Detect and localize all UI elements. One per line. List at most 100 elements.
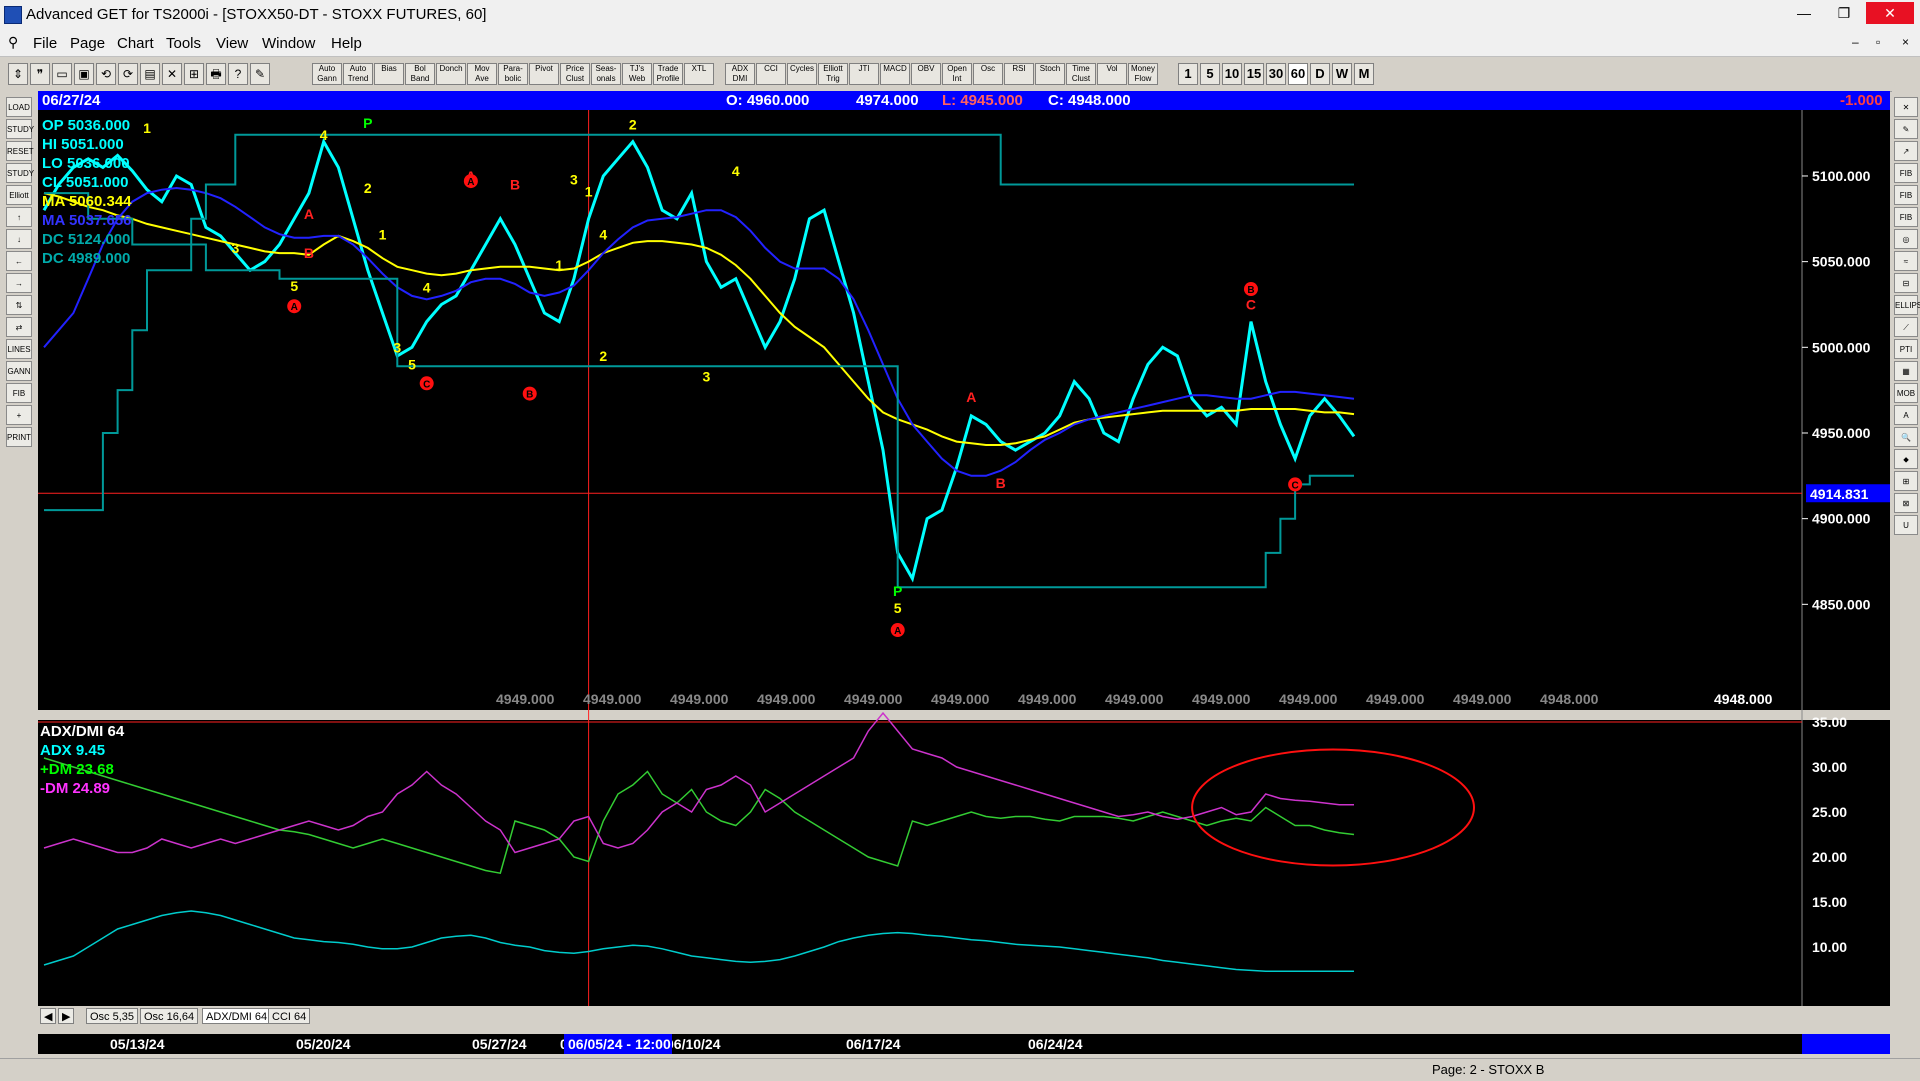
left-tool-7[interactable]: ← bbox=[6, 251, 32, 271]
study-button-time-clust[interactable]: Time Clust bbox=[1066, 63, 1096, 85]
study-button-price-clust[interactable]: Price Clust bbox=[560, 63, 590, 85]
study-button-money-flow[interactable]: Money Flow bbox=[1128, 63, 1158, 85]
study-button-auto-gann[interactable]: Auto Gann bbox=[312, 63, 342, 85]
left-tool-14[interactable]: + bbox=[6, 405, 32, 425]
right-tool-8[interactable]: ⊟ bbox=[1894, 273, 1918, 293]
maximize-button[interactable]: ❐ bbox=[1826, 2, 1862, 24]
right-tool-15[interactable]: 🔍 bbox=[1894, 427, 1918, 447]
mdi-restore-button[interactable]: ▫ bbox=[1876, 35, 1880, 49]
left-tool-1[interactable]: STUDY bbox=[6, 119, 34, 139]
right-tool-3[interactable]: FIB RET bbox=[1894, 163, 1918, 197]
toolbar-icon-11[interactable]: ✎ bbox=[250, 63, 270, 85]
right-tool-18[interactable]: ⊠ bbox=[1894, 493, 1918, 513]
study-button-stoch[interactable]: Stoch bbox=[1035, 63, 1065, 85]
interval-button-w[interactable]: W bbox=[1332, 63, 1352, 85]
right-tool-5[interactable]: FIB TIME bbox=[1894, 207, 1918, 241]
toolbar-icon-6[interactable]: ▤ bbox=[140, 63, 160, 85]
toolbar-icon-10[interactable]: ? bbox=[228, 63, 248, 85]
study-button-seas-onals[interactable]: Seas-onals bbox=[591, 63, 621, 85]
study-button-bol-band[interactable]: Bol Band bbox=[405, 63, 435, 85]
right-tool-11[interactable]: PTI bbox=[1894, 339, 1918, 359]
left-tool-5[interactable]: ↑ bbox=[6, 207, 32, 227]
right-tool-1[interactable]: ✎ bbox=[1894, 119, 1918, 139]
menu-tools[interactable]: Tools bbox=[166, 35, 201, 52]
left-tool-6[interactable]: ↓ bbox=[6, 229, 32, 249]
minimize-button[interactable]: — bbox=[1786, 2, 1822, 24]
interval-button-10[interactable]: 10 bbox=[1222, 63, 1242, 85]
study-button-bias[interactable]: Bias bbox=[374, 63, 404, 85]
interval-button-60[interactable]: 60 bbox=[1288, 63, 1308, 85]
study-button-tj-s-web[interactable]: TJ's Web bbox=[622, 63, 652, 85]
menu-window[interactable]: Window bbox=[262, 35, 315, 52]
study-button-elliott-trig[interactable]: Elliott Trig bbox=[818, 63, 848, 85]
right-tool-14[interactable]: A bbox=[1894, 405, 1918, 425]
right-tool-10[interactable]: ⟋ bbox=[1894, 317, 1918, 337]
toolbar-icon-7[interactable]: ✕ bbox=[162, 63, 182, 85]
left-tool-2[interactable]: RESET bbox=[6, 141, 34, 161]
menu-file[interactable]: File bbox=[33, 35, 57, 52]
close-button[interactable]: ✕ bbox=[1866, 2, 1914, 24]
toolbar-icon-2[interactable]: ▭ bbox=[52, 63, 72, 85]
menu-view[interactable]: View bbox=[216, 35, 248, 52]
left-tool-3[interactable]: STUDY bbox=[6, 163, 34, 183]
interval-button-30[interactable]: 30 bbox=[1266, 63, 1286, 85]
pin-icon[interactable]: ⚲ bbox=[8, 34, 18, 51]
tab-osc-5-35[interactable]: Osc 5,35 bbox=[86, 1008, 139, 1024]
toolbar-icon-1[interactable]: ❞ bbox=[30, 63, 50, 85]
left-tool-15[interactable]: PRINT bbox=[6, 427, 32, 447]
right-tool-17[interactable]: ⊞ bbox=[1894, 471, 1918, 491]
toolbar-icon-0[interactable]: ⇕ bbox=[8, 63, 28, 85]
right-tool-16[interactable]: ⬥ bbox=[1894, 449, 1918, 469]
right-tool-12[interactable]: ▦ bbox=[1894, 361, 1918, 381]
right-tool-6[interactable]: ◎ bbox=[1894, 229, 1918, 249]
right-tool-7[interactable]: ≈ bbox=[1894, 251, 1918, 271]
mdi-close-button[interactable]: × bbox=[1902, 35, 1909, 49]
left-tool-13[interactable]: FIB bbox=[6, 383, 32, 403]
interval-button-d[interactable]: D bbox=[1310, 63, 1330, 85]
right-tool-4[interactable]: FIB EXT bbox=[1894, 185, 1918, 219]
left-tool-9[interactable]: ⇅ bbox=[6, 295, 32, 315]
menu-page[interactable]: Page bbox=[70, 35, 105, 52]
study-button-vol[interactable]: Vol bbox=[1097, 63, 1127, 85]
interval-button-1[interactable]: 1 bbox=[1178, 63, 1198, 85]
menu-chart[interactable]: Chart bbox=[117, 35, 154, 52]
study-button-mov-ave[interactable]: Mov Ave bbox=[467, 63, 497, 85]
mdi-minimize-button[interactable]: – bbox=[1852, 35, 1859, 49]
toolbar-icon-8[interactable]: ⊞ bbox=[184, 63, 204, 85]
study-button-jti[interactable]: JTI bbox=[849, 63, 879, 85]
left-tool-8[interactable]: → bbox=[6, 273, 32, 293]
right-tool-13[interactable]: MOB bbox=[1894, 383, 1918, 403]
study-button-para-bolic[interactable]: Para-bolic bbox=[498, 63, 528, 85]
left-tool-10[interactable]: ⇄ bbox=[6, 317, 32, 337]
tab-adx-dmi-64[interactable]: ADX/DMI 64 bbox=[202, 1008, 272, 1024]
right-tool-9[interactable]: ELLIPS bbox=[1894, 295, 1920, 315]
right-tool-2[interactable]: ↗ bbox=[1894, 141, 1918, 161]
study-button-xtl[interactable]: XTL bbox=[684, 63, 714, 85]
study-button-donch[interactable]: Donch bbox=[436, 63, 466, 85]
right-tool-0[interactable]: ✕ bbox=[1894, 97, 1918, 117]
chart-area[interactable]: 143AB5P21435AB13142243P5ABCACBAABCOP 503… bbox=[38, 110, 1890, 1006]
toolbar-icon-3[interactable]: ▣ bbox=[74, 63, 94, 85]
menu-help[interactable]: Help bbox=[331, 35, 362, 52]
interval-button-m[interactable]: M bbox=[1354, 63, 1374, 85]
study-button-adx-dmi[interactable]: ADX DMI bbox=[725, 63, 755, 85]
right-tool-19[interactable]: U bbox=[1894, 515, 1918, 535]
left-tool-12[interactable]: GANN bbox=[6, 361, 32, 381]
tab-cci-64[interactable]: CCI 64 bbox=[268, 1008, 311, 1024]
study-button-obv[interactable]: OBV bbox=[911, 63, 941, 85]
study-button-osc[interactable]: Osc bbox=[973, 63, 1003, 85]
study-button-cci[interactable]: CCI bbox=[756, 63, 786, 85]
tab-scroll-right[interactable]: ▶ bbox=[58, 1008, 74, 1024]
interval-button-5[interactable]: 5 bbox=[1200, 63, 1220, 85]
study-button-open-int[interactable]: Open Int bbox=[942, 63, 972, 85]
panel-splitter[interactable] bbox=[38, 710, 1890, 720]
tab-scroll-left[interactable]: ◀ bbox=[40, 1008, 56, 1024]
study-button-auto-trend[interactable]: Auto Trend bbox=[343, 63, 373, 85]
interval-button-15[interactable]: 15 bbox=[1244, 63, 1264, 85]
study-button-pivot[interactable]: Pivot bbox=[529, 63, 559, 85]
toolbar-icon-9[interactable]: 🖶 bbox=[206, 63, 226, 85]
study-button-macd[interactable]: MACD bbox=[880, 63, 910, 85]
tab-osc-16-64[interactable]: Osc 16,64 bbox=[140, 1008, 199, 1024]
left-tool-4[interactable]: Elliott bbox=[6, 185, 32, 205]
toolbar-icon-5[interactable]: ⟳ bbox=[118, 63, 138, 85]
